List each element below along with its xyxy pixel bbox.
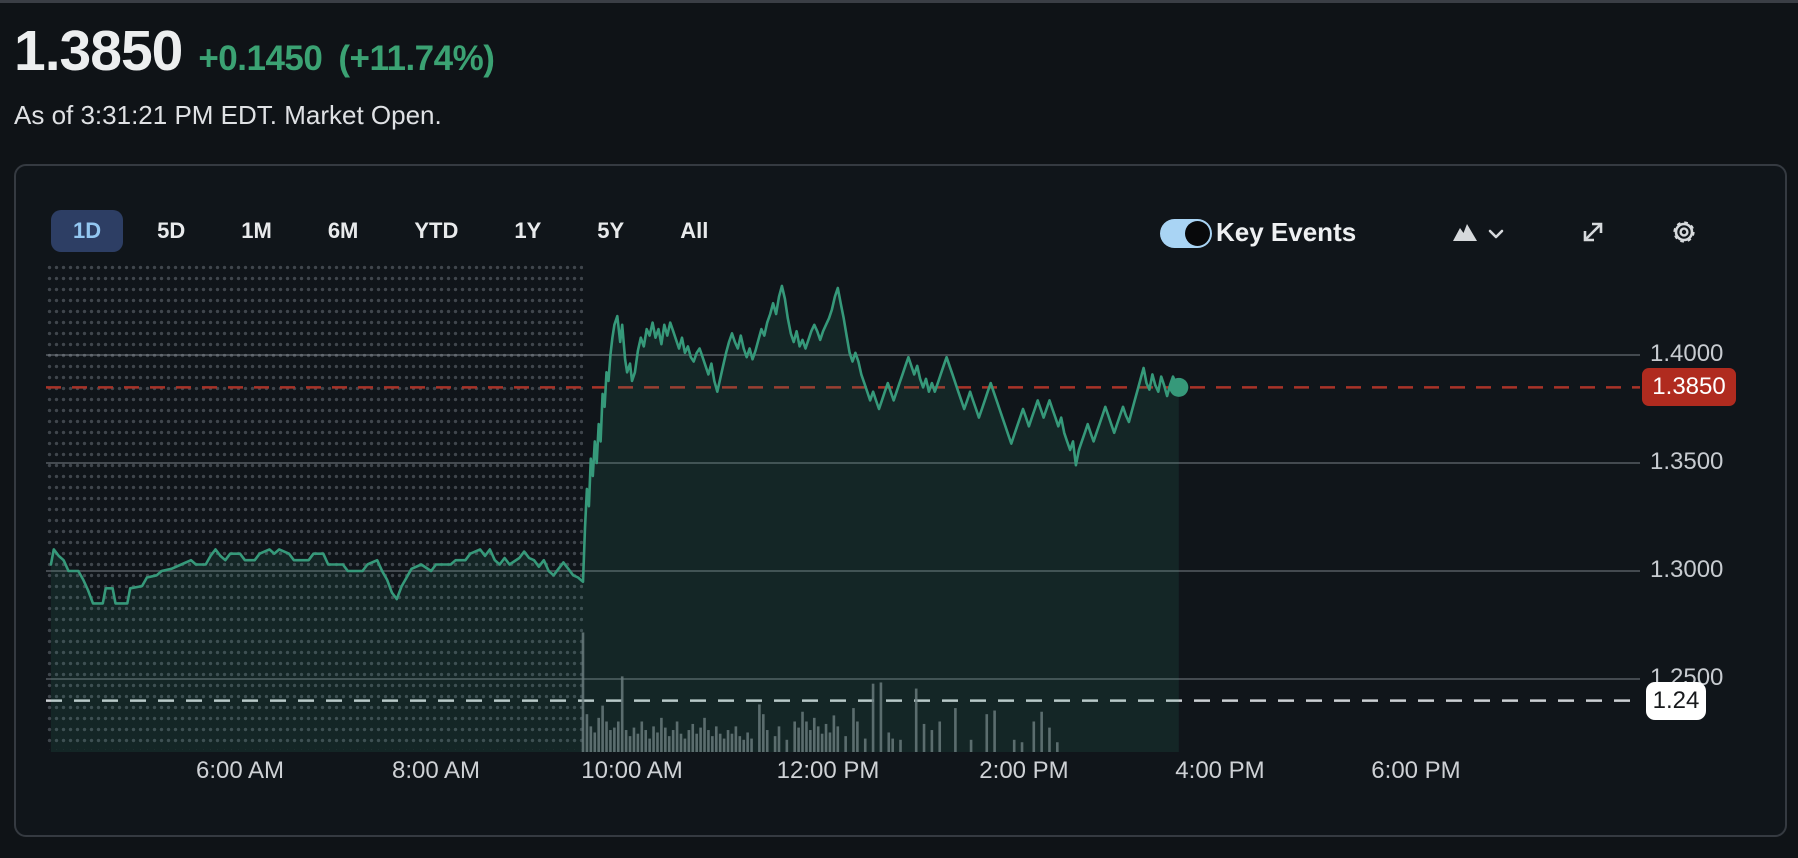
top-divider [0,0,1798,3]
gear-icon [1668,216,1700,251]
x-axis-label: 2:00 PM [944,757,1104,785]
x-axis-label: 10:00 AM [552,757,712,785]
settings-button[interactable] [1662,212,1706,254]
chart-area[interactable] [46,230,1640,776]
price-change-percent: (+11.74%) [338,39,494,79]
price-change: +0.1450 [198,39,322,79]
price-value: 1.3850 [14,18,182,84]
y-axis-label: 1.3500 [1650,448,1750,476]
x-axis-label: 4:00 PM [1140,757,1300,785]
previous-close-badge: 1.24 [1646,682,1706,720]
x-axis-label: 6:00 PM [1336,757,1496,785]
y-axis-label: 1.4000 [1650,340,1750,368]
x-axis-label: 12:00 PM [748,757,908,785]
y-axis-label: 1.3000 [1650,556,1750,584]
as-of-text: As of 3:31:21 PM EDT. Market Open. [14,100,442,131]
quote-page: 1.3850 +0.1450 (+11.74%) As of 3:31:21 P… [0,0,1798,858]
x-axis-label: 8:00 AM [356,757,516,785]
current-price-badge: 1.3850 [1642,368,1736,406]
quote-header: 1.3850 +0.1450 (+11.74%) [14,18,494,84]
x-axis-label: 6:00 AM [160,757,320,785]
